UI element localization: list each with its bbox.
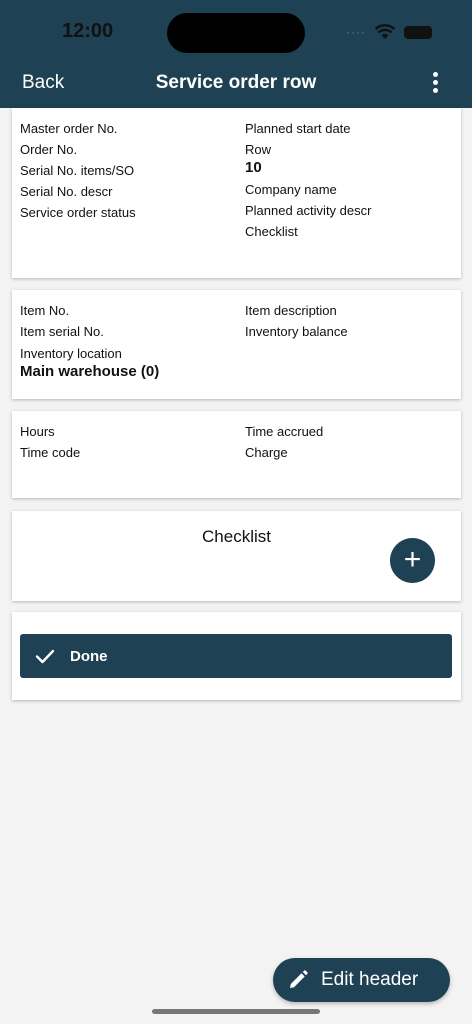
field-service-order-status: Service order status	[20, 205, 136, 220]
field-serial-no-descr: Serial No. descr	[20, 184, 113, 199]
row-value: 10	[245, 159, 262, 176]
done-label: Done	[70, 647, 108, 665]
wifi-icon	[374, 24, 396, 39]
field-planned-activity-descr: Planned activity descr	[245, 203, 372, 218]
time-info-card: Hours Time code Time accrued Charge	[12, 411, 461, 498]
field-serial-no-items-so: Serial No. items/SO	[20, 163, 135, 178]
home-indicator	[152, 1009, 320, 1014]
field-master-order-no: Master order No.	[20, 121, 118, 136]
checklist-card: Checklist +	[12, 511, 461, 601]
field-time-accrued: Time accrued	[245, 424, 324, 439]
done-button[interactable]: Done	[20, 634, 452, 678]
status-time: 12:00	[62, 20, 114, 42]
more-options-icon[interactable]	[424, 72, 446, 96]
checklist-title: Checklist	[202, 527, 271, 546]
pencil-icon	[290, 970, 308, 988]
edit-header-label: Edit header	[321, 969, 419, 990]
add-checklist-button[interactable]: +	[390, 538, 435, 583]
check-icon	[35, 649, 55, 664]
order-info-card: Master order No. Order No. Serial No. it…	[12, 108, 461, 278]
field-charge: Charge	[245, 445, 288, 460]
field-item-no: Item No.	[20, 303, 70, 318]
signal-icon: ····	[346, 25, 366, 39]
field-planned-start-date: Planned start date	[245, 121, 351, 136]
field-item-description: Item description	[245, 303, 337, 318]
field-item-serial-no: Item serial No.	[20, 324, 104, 339]
done-card: Done	[12, 612, 461, 700]
dynamic-island	[167, 13, 305, 53]
edit-header-button[interactable]: Edit header	[273, 958, 450, 1002]
field-inventory-balance: Inventory balance	[245, 324, 348, 339]
status-icons: ····	[346, 24, 432, 40]
battery-icon	[404, 25, 432, 39]
field-company-name: Company name	[245, 182, 337, 197]
field-time-code: Time code	[20, 445, 81, 460]
field-checklist: Checklist	[245, 224, 298, 239]
app-bar: 12:00 ···· Back Service order row	[0, 0, 472, 108]
page-title: Service order row	[155, 72, 317, 93]
field-hours: Hours	[20, 424, 55, 439]
inventory-location-value: Main warehouse (0)	[20, 363, 160, 380]
field-order-no: Order No.	[20, 142, 78, 157]
field-row: Row	[245, 142, 272, 157]
item-info-card: Item No. Item serial No. Inventory locat…	[12, 290, 461, 399]
field-inventory-location: Inventory location	[20, 346, 122, 361]
